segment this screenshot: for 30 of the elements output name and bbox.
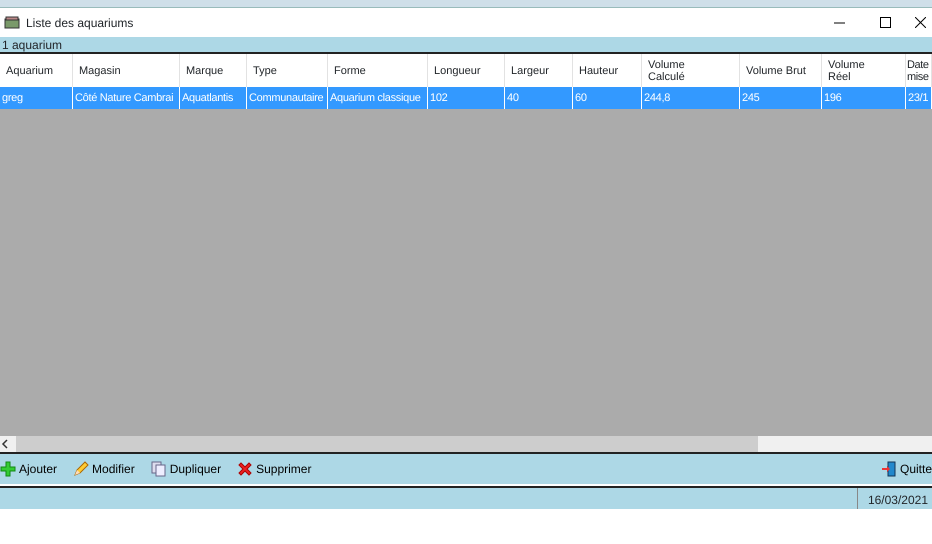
- pencil-icon: [73, 461, 90, 477]
- close-icon: [914, 17, 926, 28]
- cross-icon: [237, 461, 254, 477]
- table-cell: 196: [822, 87, 906, 109]
- horizontal-scrollbar[interactable]: [0, 436, 932, 454]
- aquarium-icon: [4, 16, 20, 30]
- status-date: 16/03/2021: [856, 488, 932, 509]
- scrollbar-thumb[interactable]: [16, 436, 758, 452]
- window-title: Liste des aquariums: [26, 14, 134, 32]
- toolbar-button[interactable]: Modifier: [73, 460, 143, 478]
- table-cell: 23/1: [906, 87, 932, 109]
- table-cell: 102: [428, 87, 505, 109]
- plus-icon: [0, 461, 16, 477]
- count-label: 1 aquarium: [0, 37, 932, 54]
- table-cell: 244,8: [642, 87, 740, 109]
- maximize-icon: [880, 17, 890, 28]
- door-exit-icon: [880, 461, 897, 477]
- table-cell: 40: [505, 87, 573, 109]
- toolbar-button[interactable]: Quitte: [880, 460, 932, 478]
- toolbar-button[interactable]: Dupliquer: [150, 460, 230, 478]
- table-cell: Aquatlantis: [180, 87, 247, 109]
- toolbar-button[interactable]: Ajouter: [0, 460, 66, 478]
- toolbar-button[interactable]: Supprimer: [237, 460, 320, 478]
- table-cell: Aquarium classique: [328, 87, 428, 109]
- table-cell: greg: [0, 87, 73, 109]
- table-cell: Communautaire: [247, 87, 328, 109]
- copy-icon: [150, 461, 167, 477]
- table-cell: 245: [740, 87, 822, 109]
- table-cell: 60: [573, 87, 642, 109]
- table-cell: Côté Nature Cambrai: [73, 87, 180, 109]
